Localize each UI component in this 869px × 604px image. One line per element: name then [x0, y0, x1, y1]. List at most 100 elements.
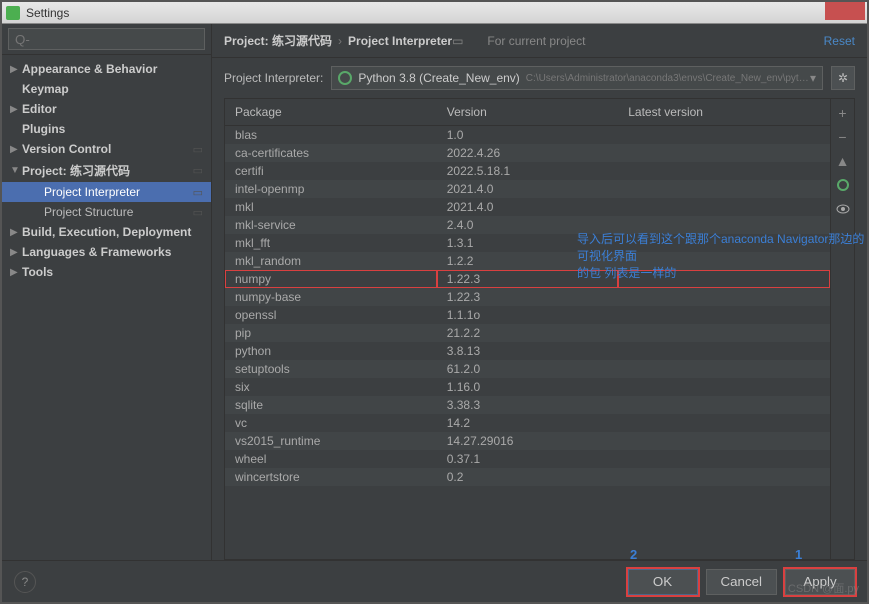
cancel-button[interactable]: Cancel	[706, 569, 778, 595]
sidebar-item-9[interactable]: ▶Languages & Frameworks	[2, 242, 211, 262]
sidebar-item-5[interactable]: ▼Project: 练习源代码▭	[2, 159, 211, 182]
table-row[interactable]: vc14.2	[225, 414, 830, 432]
sidebar-item-label: Project Interpreter	[44, 185, 193, 199]
sidebar-item-label: Editor	[22, 102, 203, 116]
tree-arrow-icon: ▶	[10, 104, 22, 115]
eye-icon	[836, 202, 850, 216]
reset-link[interactable]: Reset	[824, 34, 855, 48]
sidebar-item-label: Languages & Frameworks	[22, 245, 203, 259]
table-row[interactable]: wincertstore0.2	[225, 468, 830, 486]
cell-package: certifi	[225, 162, 437, 180]
table-row[interactable]: pip21.2.2	[225, 324, 830, 342]
ok-button[interactable]: OK	[628, 569, 698, 595]
cell-package: mkl_fft	[225, 234, 437, 252]
breadcrumb-part1: Project: 练习源代码	[224, 32, 332, 49]
sidebar-item-label: Keymap	[22, 82, 203, 96]
cell-package: wheel	[225, 450, 437, 468]
annotation-num-1: 1	[795, 547, 802, 562]
search-input[interactable]	[8, 28, 205, 50]
dialog-footer: ? OK Cancel Apply	[2, 560, 867, 602]
cell-latest	[618, 234, 830, 252]
scope-indicator-icon: ▭	[193, 143, 203, 156]
close-button[interactable]	[825, 2, 865, 20]
table-row[interactable]: mkl-service2.4.0	[225, 216, 830, 234]
table-row[interactable]: mkl2021.4.0	[225, 198, 830, 216]
table-row[interactable]: mkl_fft1.3.1	[225, 234, 830, 252]
cell-package: mkl-service	[225, 216, 437, 234]
table-row[interactable]: numpy-base1.22.3	[225, 288, 830, 306]
cell-version: 1.22.3	[437, 288, 619, 306]
cell-latest	[618, 198, 830, 216]
table-row[interactable]: ca-certificates2022.4.26	[225, 144, 830, 162]
tree-arrow-icon: ▶	[10, 144, 22, 155]
table-row[interactable]: mkl_random1.2.2	[225, 252, 830, 270]
cell-version: 2.4.0	[437, 216, 619, 234]
cell-latest	[618, 252, 830, 270]
cell-version: 0.2	[437, 468, 619, 486]
sidebar-item-1[interactable]: Keymap	[2, 79, 211, 99]
breadcrumb-sep: ›	[338, 34, 342, 48]
scope-hint: For current project	[487, 34, 585, 48]
col-latest[interactable]: Latest version	[618, 99, 830, 126]
sidebar-item-4[interactable]: ▶Version Control▭	[2, 139, 211, 159]
table-row[interactable]: blas1.0	[225, 126, 830, 145]
cell-version: 3.38.3	[437, 396, 619, 414]
interpreter-dropdown[interactable]: Python 3.8 (Create_New_env) C:\Users\Adm…	[331, 66, 823, 90]
table-row[interactable]: numpy1.22.3	[225, 270, 830, 288]
cell-version: 1.16.0	[437, 378, 619, 396]
interpreter-label: Project Interpreter:	[224, 71, 323, 85]
sidebar-item-2[interactable]: ▶Editor	[2, 99, 211, 119]
cell-version: 2021.4.0	[437, 180, 619, 198]
scope-indicator-icon: ▭	[193, 206, 203, 219]
watermark: CSDN @面.py	[788, 580, 859, 596]
col-package[interactable]: Package	[225, 99, 437, 126]
sidebar-item-8[interactable]: ▶Build, Execution, Deployment	[2, 222, 211, 242]
tree-arrow-icon: ▶	[10, 267, 22, 278]
sidebar-item-3[interactable]: Plugins	[2, 119, 211, 139]
cell-package: intel-openmp	[225, 180, 437, 198]
show-early-releases-button[interactable]	[833, 199, 853, 219]
tree-arrow-icon: ▼	[10, 165, 22, 176]
content-panel: Project: 练习源代码 › Project Interpreter ▭ F…	[212, 24, 867, 560]
table-row[interactable]: sqlite3.38.3	[225, 396, 830, 414]
table-row[interactable]: setuptools61.2.0	[225, 360, 830, 378]
tree-arrow-icon: ▶	[10, 227, 22, 238]
cell-package: pip	[225, 324, 437, 342]
sidebar-item-10[interactable]: ▶Tools	[2, 262, 211, 282]
cell-package: numpy	[225, 270, 437, 288]
sidebar-item-6[interactable]: Project Interpreter▭	[2, 182, 211, 202]
table-row[interactable]: certifi2022.5.18.1	[225, 162, 830, 180]
cell-latest	[618, 414, 830, 432]
refresh-icon	[836, 178, 850, 192]
annotation-num-2: 2	[630, 547, 637, 562]
cell-version: 1.1.1o	[437, 306, 619, 324]
sidebar-item-0[interactable]: ▶Appearance & Behavior	[2, 59, 211, 79]
table-row[interactable]: python3.8.13	[225, 342, 830, 360]
cell-package: mkl_random	[225, 252, 437, 270]
table-row[interactable]: six1.16.0	[225, 378, 830, 396]
cell-package: vc	[225, 414, 437, 432]
interpreter-name: Python 3.8 (Create_New_env)	[358, 71, 519, 85]
cell-package: numpy-base	[225, 288, 437, 306]
table-row[interactable]: intel-openmp2021.4.0	[225, 180, 830, 198]
sidebar-item-label: Plugins	[22, 122, 203, 136]
cell-package: blas	[225, 126, 437, 145]
cell-latest	[618, 144, 830, 162]
table-row[interactable]: vs2015_runtime14.27.29016	[225, 432, 830, 450]
help-button[interactable]: ?	[14, 571, 36, 593]
remove-package-button[interactable]: −	[833, 127, 853, 147]
add-package-button[interactable]: +	[833, 103, 853, 123]
refresh-button[interactable]	[833, 175, 853, 195]
cell-version: 2022.4.26	[437, 144, 619, 162]
sidebar-item-7[interactable]: Project Structure▭	[2, 202, 211, 222]
upgrade-package-button[interactable]: ▲	[833, 151, 853, 171]
table-row[interactable]: wheel0.37.1	[225, 450, 830, 468]
col-version[interactable]: Version	[437, 99, 619, 126]
cell-package: setuptools	[225, 360, 437, 378]
cell-latest	[618, 180, 830, 198]
scope-indicator-icon: ▭	[193, 186, 203, 199]
cell-latest	[618, 306, 830, 324]
python-icon	[338, 71, 352, 85]
gear-button[interactable]: ✲	[831, 66, 855, 90]
table-row[interactable]: openssl1.1.1o	[225, 306, 830, 324]
